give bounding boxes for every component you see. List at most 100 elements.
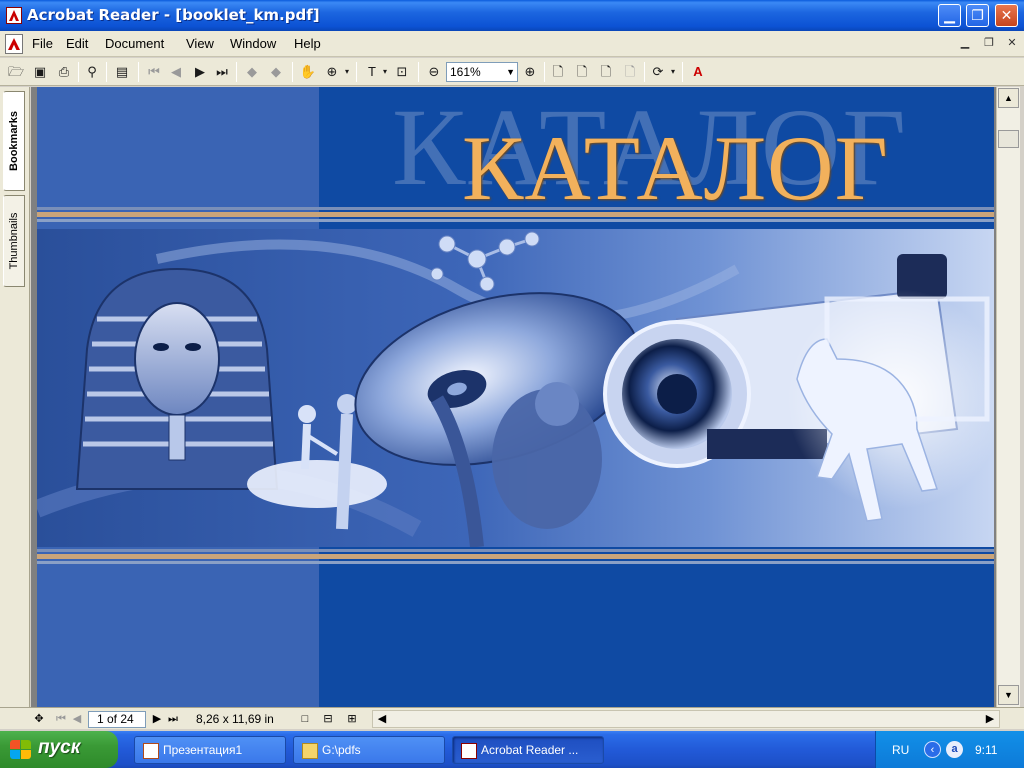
open-folder-icon[interactable]: 🗁 [6, 62, 26, 82]
tab-bookmarks[interactable]: Bookmarks [3, 91, 25, 191]
adobe-logo-icon[interactable]: A [688, 62, 708, 82]
minimize-icon: ▁ [944, 7, 955, 23]
scroll-left-icon[interactable]: ◀ [375, 711, 389, 727]
close-button[interactable]: ✕ [995, 4, 1018, 27]
pan-arrows-icon[interactable]: ✥ [30, 711, 48, 727]
actual-size-icon[interactable]: 🗋 [548, 62, 568, 82]
menu-window[interactable]: Window [230, 36, 276, 51]
menu-file[interactable]: File [32, 36, 53, 51]
show-navigation-pane-icon[interactable]: ▤ [112, 62, 132, 82]
doc-close-icon[interactable]: ✕ [1003, 35, 1021, 52]
fit-visible-icon[interactable]: 🗋 [620, 62, 640, 82]
task-presentation-label: Презентация1 [163, 743, 243, 757]
language-indicator[interactable]: RU [892, 743, 909, 757]
minimize-button[interactable]: ▁ [938, 4, 961, 27]
top-stripe-2 [37, 212, 994, 217]
bottom-stripe-1 [37, 549, 994, 552]
previous-page-icon[interactable]: ◀ [166, 62, 186, 82]
restore-icon: ❐ [971, 7, 984, 23]
task-pdfs-folder-label: G:\pdfs [322, 743, 361, 757]
menu-bar: File Edit Document View Window Help ▁ ❐ … [0, 31, 1024, 57]
acrobat-app-icon[interactable] [6, 7, 22, 24]
text-tool-dropdown-icon[interactable]: ▾ [380, 62, 390, 82]
zoom-out-icon[interactable]: ⊖ [424, 62, 444, 82]
zoom-tool-dropdown-icon[interactable]: ▾ [342, 62, 352, 82]
next-page-icon[interactable]: ▶ [190, 62, 210, 82]
doc-restore-icon[interactable]: ❐ [980, 35, 998, 52]
go-back-icon[interactable]: ◆ [242, 62, 262, 82]
tab-bookmarks-label: Bookmarks [8, 111, 20, 171]
status-previous-page-icon[interactable]: ◀ [70, 711, 84, 727]
task-pdfs-folder[interactable]: G:\pdfs [293, 736, 445, 764]
page-size-label: 8,26 x 11,69 in [196, 712, 274, 726]
catalog-banner-collage [37, 229, 994, 547]
system-clock: 9:11 [975, 743, 998, 757]
windows-flag-icon [10, 740, 32, 760]
go-forward-icon[interactable]: ◆ [266, 62, 286, 82]
first-page-icon[interactable]: ⏮ [144, 62, 164, 82]
start-button[interactable]: пуск [0, 731, 118, 768]
zoom-in-icon[interactable]: ⊕ [520, 62, 540, 82]
menu-view[interactable]: View [186, 36, 214, 51]
doc-minimize-icon[interactable]: ▁ [956, 35, 974, 52]
tab-thumbnails[interactable]: Thumbnails [3, 195, 25, 287]
status-last-page-icon[interactable]: ⏭ [166, 711, 180, 727]
menu-edit[interactable]: Edit [66, 36, 88, 51]
zoom-level-value: 161% [450, 65, 481, 79]
pdf-page: КАТАЛОГ КАТАЛОГ [37, 87, 994, 707]
find-binoculars-icon[interactable]: ⚲ [82, 62, 102, 82]
fit-width-icon[interactable]: 🗋 [596, 62, 616, 82]
tray-app-icon[interactable]: a [946, 741, 963, 758]
page-number-value: 1 of 24 [97, 712, 134, 726]
snapshot-tool-icon[interactable]: ⊡ [392, 62, 412, 82]
tray-expand-icon[interactable]: ‹ [924, 741, 941, 758]
catalog-title: КАТАЛОГ [462, 117, 889, 219]
print-icon[interactable]: ⎙ [54, 62, 74, 82]
arrow-down-icon: ▼ [1004, 690, 1013, 700]
scroll-down-button[interactable]: ▼ [998, 685, 1019, 705]
acrobat-task-icon [461, 743, 477, 759]
scroll-up-button[interactable]: ▲ [998, 88, 1019, 108]
maximize-button[interactable]: ❐ [966, 4, 989, 27]
document-pdf-icon[interactable] [5, 34, 23, 54]
continuous-layout-icon[interactable]: ⊟ [320, 711, 336, 727]
system-tray: RU ‹ a 9:11 [875, 731, 1024, 768]
zoom-dropdown-icon[interactable]: ▼ [506, 63, 515, 81]
powerpoint-icon [143, 743, 159, 759]
status-first-page-icon[interactable]: ⏮ [54, 711, 68, 727]
task-presentation[interactable]: Презентация1 [134, 736, 286, 764]
tab-thumbnails-label: Thumbnails [8, 212, 20, 270]
top-stripe-1 [37, 207, 994, 210]
scroll-right-icon[interactable]: ▶ [983, 711, 997, 727]
task-acrobat-reader-label: Acrobat Reader ... [481, 743, 579, 757]
start-label: пуск [38, 737, 81, 758]
status-next-page-icon[interactable]: ▶ [150, 711, 164, 727]
document-view[interactable]: КАТАЛОГ КАТАЛОГ [31, 87, 996, 707]
hand-tool-icon[interactable]: ✋ [298, 62, 318, 82]
page-number-field[interactable]: 1 of 24 [88, 711, 146, 728]
single-page-layout-icon[interactable]: □ [297, 711, 313, 727]
facing-pages-layout-icon[interactable]: ⊞ [344, 711, 360, 727]
text-select-tool-icon[interactable]: T [362, 62, 382, 82]
close-icon: ✕ [1000, 7, 1013, 23]
zoom-in-tool-icon[interactable]: ⊕ [322, 62, 342, 82]
status-bar: ✥ ⏮ ◀ 1 of 24 ▶ ⏭ 8,26 x 11,69 in □ ⊟ ⊞ … [0, 707, 1024, 729]
folder-icon [302, 743, 318, 759]
task-acrobat-reader[interactable]: Acrobat Reader ... [452, 736, 604, 764]
last-page-icon[interactable]: ⏭ [212, 62, 232, 82]
windows-taskbar: пуск Презентация1 G:\pdfs Acrobat Reader… [0, 731, 1024, 768]
rotate-view-icon[interactable]: ⟳ [648, 62, 668, 82]
horizontal-scrollbar[interactable]: ◀ ▶ [372, 710, 1000, 728]
zoom-level-input[interactable]: 161% ▼ [446, 62, 518, 82]
title-bar[interactable]: Acrobat Reader - [booklet_km.pdf] ▁ ❐ ✕ [0, 0, 1024, 31]
vertical-scrollbar[interactable]: ▲ ▼ [996, 87, 1020, 707]
arrow-up-icon: ▲ [1004, 93, 1013, 103]
save-icon[interactable]: ▣ [30, 62, 50, 82]
menu-document[interactable]: Document [105, 36, 164, 51]
top-stripe-3 [37, 219, 994, 222]
menu-help[interactable]: Help [294, 36, 321, 51]
bottom-stripe-2 [37, 554, 994, 559]
fit-page-icon[interactable]: 🗋 [572, 62, 592, 82]
scroll-thumb[interactable] [998, 130, 1019, 148]
rotate-dropdown-icon[interactable]: ▾ [668, 62, 678, 82]
